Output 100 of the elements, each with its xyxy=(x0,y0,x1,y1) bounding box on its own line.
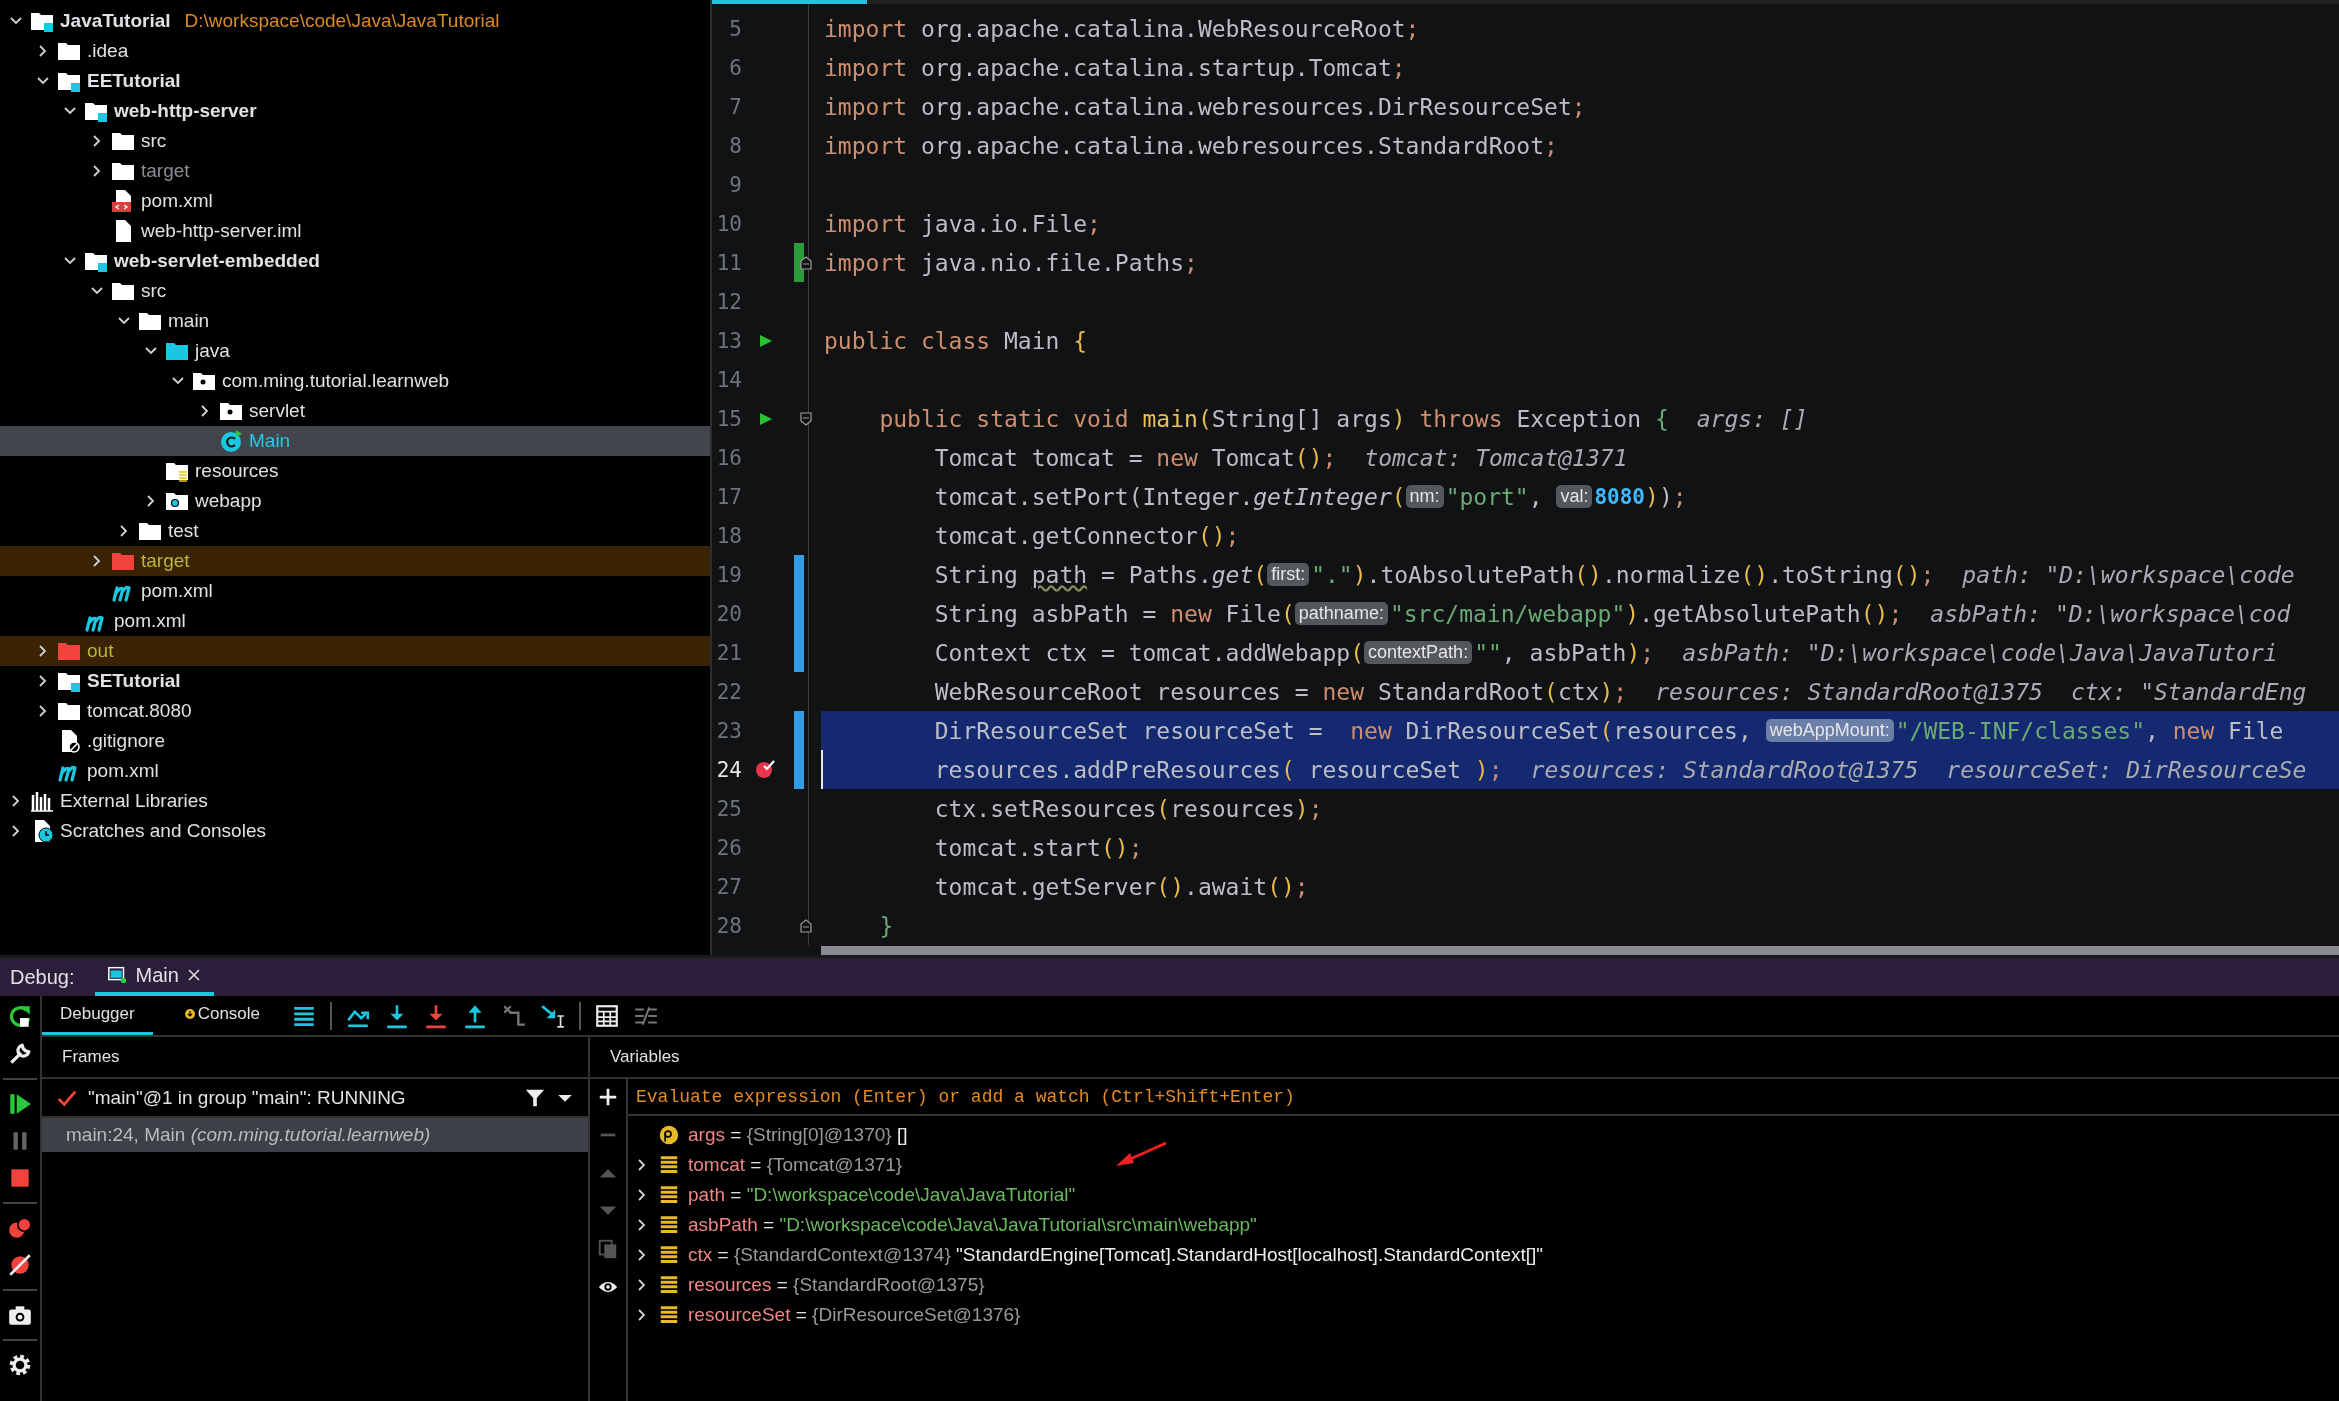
tree-item[interactable]: pom.xml xyxy=(0,756,710,786)
code-line: import org.apache.catalina.webresources.StandardRoot; xyxy=(823,131,1559,161)
tree-item[interactable]: web-http-server xyxy=(0,96,710,126)
tree-item[interactable]: Main xyxy=(0,426,710,456)
line-number: 14 xyxy=(715,367,742,392)
tree-item[interactable]: pom.xml xyxy=(0,186,710,216)
line-number: 27 xyxy=(715,874,742,899)
resume-icon[interactable] xyxy=(7,1091,33,1117)
scrollbar[interactable] xyxy=(821,946,2339,955)
tree-item[interactable]: pom.xml xyxy=(0,606,710,636)
code-line: String path = Paths.get( first: ".").toAbsolutePath().normalize().toString(); path: "D:\workspace\code xyxy=(933,560,2296,590)
variable-text: ctx = {StandardContext@1374} "StandardEngine[Tomcat].StandardHost[localhost].StandardContext[]" xyxy=(688,1244,1544,1266)
fold-icon[interactable] xyxy=(799,411,812,426)
line-number: 18 xyxy=(715,523,742,548)
debugger-tab[interactable]: Console xyxy=(165,996,279,1035)
tree-item[interactable]: servlet xyxy=(0,396,710,426)
tree-item[interactable]: webapp xyxy=(0,486,710,516)
code-line: tomcat.getConnector(); xyxy=(933,521,1241,551)
line-number: 25 xyxy=(715,796,742,821)
tree-item[interactable]: resources xyxy=(0,456,710,486)
tree-item[interactable]: test xyxy=(0,516,710,546)
code-line: tomcat.getServer().await(); xyxy=(933,872,1310,902)
calculator-icon[interactable] xyxy=(594,1002,621,1029)
debug-tab[interactable]: Main xyxy=(94,958,214,996)
line-number: 19 xyxy=(715,562,742,587)
tree-item[interactable]: target xyxy=(0,546,710,576)
tree-item[interactable]: main xyxy=(0,306,710,336)
code-line: tomcat.start(); xyxy=(933,833,1144,863)
debugger-tab[interactable]: Debugger xyxy=(42,996,153,1035)
frames-header: Frames xyxy=(42,1037,588,1079)
line-number: 22 xyxy=(715,679,742,704)
plus-icon[interactable] xyxy=(597,1086,619,1108)
tree-item[interactable]: .idea xyxy=(0,36,710,66)
variable-text: path = "D:\workspace\code\Java\JavaTutorial" xyxy=(688,1184,1076,1206)
code-line: Context ctx = tomcat.addWebapp( contextPath: "", asbPath); asbPath: "D:\workspace\code\Java\JavaTutori xyxy=(933,638,2279,668)
code-line: } xyxy=(878,911,895,941)
frame-item[interactable]: main:24, Main (com.ming.tutorial.learnweb) xyxy=(42,1118,588,1152)
line-number: 23 xyxy=(715,718,742,743)
line-number: 16 xyxy=(715,445,742,470)
code-line: public static void main(String[] args) throws Exception { args: [] xyxy=(878,404,1809,434)
tree-item[interactable]: java xyxy=(0,336,710,366)
code-line: tomcat.setPort(Integer.getInteger( nm: "port", val: 8080)); xyxy=(933,482,1688,512)
tree-item[interactable]: pom.xml xyxy=(0,576,710,606)
field-icon xyxy=(658,1214,680,1236)
line-number: 13 xyxy=(715,328,742,353)
code-line: String asbPath = new File( pathname: "src/main/webapp").getAbsolutePath(); asbPath: "D:\workspace\cod xyxy=(933,599,2292,629)
panel-title: Debug: xyxy=(9,965,76,989)
path-label: D:\workspace\code\Java\JavaTutorial xyxy=(184,10,500,32)
line-number: 26 xyxy=(715,835,742,860)
tree-item[interactable]: External Libraries xyxy=(0,786,710,816)
field-icon xyxy=(658,1184,680,1206)
tree-item[interactable]: tomcat.8080 xyxy=(0,696,710,726)
tree-item[interactable]: src xyxy=(0,276,710,306)
line-number: 7 xyxy=(728,94,742,119)
line-number: 12 xyxy=(715,289,742,314)
parameter-icon xyxy=(658,1124,680,1146)
line-number: 28 xyxy=(715,913,742,938)
variable-text: args = {String[0]@1370} [] xyxy=(688,1124,908,1146)
tree-item[interactable]: out xyxy=(0,636,710,666)
line-number: 24 xyxy=(715,757,742,782)
fold-icon[interactable] xyxy=(799,255,812,270)
line-number: 6 xyxy=(728,55,742,80)
thread-label: "main"@1 in group "main": RUNNING xyxy=(88,1086,407,1109)
field-icon xyxy=(658,1304,680,1326)
variable-text: asbPath = "D:\workspace\code\Java\JavaTutorial\src\main\webapp" xyxy=(688,1214,1257,1236)
variable-text: tomcat = {Tomcat@1371} xyxy=(688,1154,903,1176)
variable-text: resourceSet = {DirResourceSet@1376} xyxy=(688,1304,1021,1326)
variable-text: resources = {StandardRoot@1375} xyxy=(688,1274,985,1296)
line-number: 9 xyxy=(728,172,742,197)
line-number: 11 xyxy=(715,250,742,275)
copy-icon[interactable] xyxy=(597,1238,619,1260)
fold-icon[interactable] xyxy=(799,918,812,933)
rerun-icon[interactable] xyxy=(7,1004,33,1030)
tree-item[interactable]: .gitignore xyxy=(0,726,710,756)
settings-icon[interactable] xyxy=(7,1352,33,1378)
code-line: ctx.setResources(resources); xyxy=(933,794,1324,824)
line-number: 20 xyxy=(715,601,742,626)
field-icon xyxy=(658,1244,680,1266)
tree-item[interactable]: SETutorial xyxy=(0,666,710,696)
tree-item[interactable]: JavaTutorial D:\workspace\code\Java\JavaTutorial xyxy=(0,6,710,36)
tree-item[interactable]: web-servlet-embedded xyxy=(0,246,710,276)
tree-item[interactable]: EETutorial xyxy=(0,66,710,96)
code-line: import java.nio.file.Paths; xyxy=(823,248,1199,278)
line-number: 17 xyxy=(715,484,742,509)
code-line: import org.apache.catalina.WebResourceRoot; xyxy=(823,14,1421,44)
mute-breakpoints-icon[interactable] xyxy=(7,1252,33,1278)
code-line: WebResourceRoot resources = new StandardRoot(ctx); resources: StandardRoot@1375 ctx: "StandardEng xyxy=(933,677,2308,707)
code-line: import java.io.File; xyxy=(823,209,1102,239)
tree-item[interactable]: Scratches and Consoles xyxy=(0,816,710,846)
tree-item[interactable]: com.ming.tutorial.learnweb xyxy=(0,366,710,396)
wrench-icon[interactable] xyxy=(7,1041,33,1067)
code-line: Tomcat tomcat = new Tomcat(); tomcat: Tomcat@1371 xyxy=(933,443,1629,473)
tree-item[interactable]: web-http-server.iml xyxy=(0,216,710,246)
close-icon[interactable] xyxy=(185,967,202,983)
window-icon xyxy=(106,964,129,986)
tree-item[interactable]: src xyxy=(0,126,710,156)
tree-item[interactable]: target xyxy=(0,156,710,186)
bars-icon xyxy=(30,789,54,813)
line-number: 21 xyxy=(715,640,742,665)
circle-icon xyxy=(219,429,243,453)
